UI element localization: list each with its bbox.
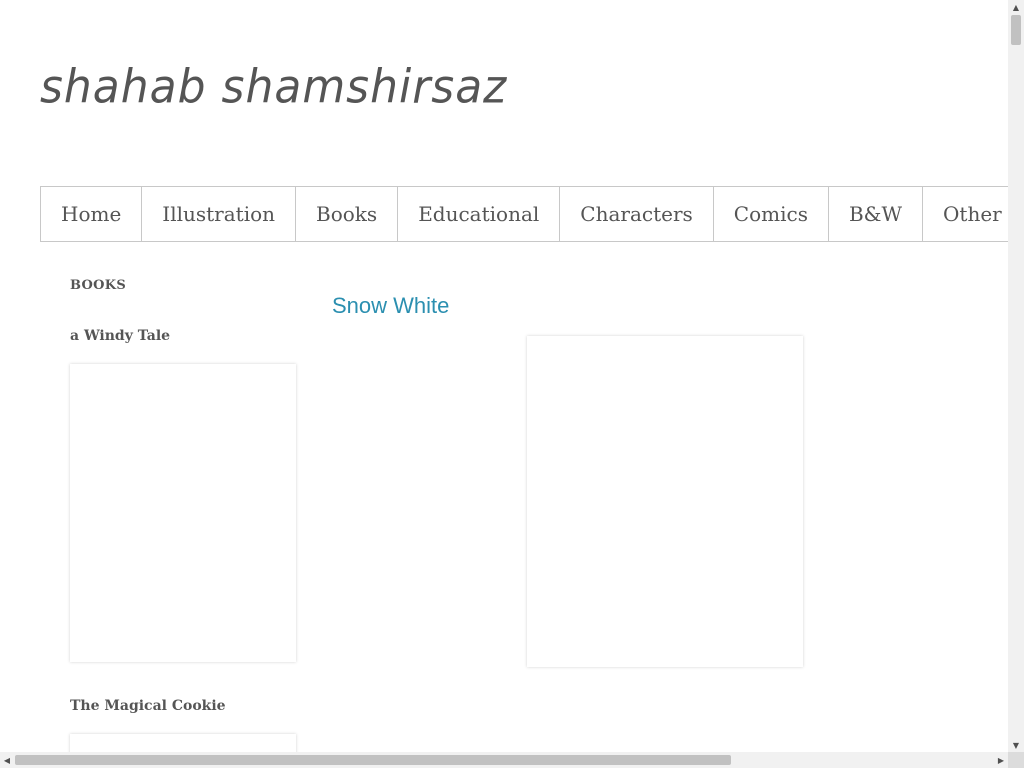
vertical-scrollbar[interactable]: ▲ ▼ [1008, 0, 1024, 752]
nav-item-illustration[interactable]: Illustration [142, 187, 297, 241]
nav-item-books[interactable]: Books [296, 187, 399, 241]
nav-item-bw[interactable]: B&W [829, 187, 924, 241]
nav-item-comics[interactable]: Comics [714, 187, 829, 241]
post-title-link[interactable]: Snow White [332, 293, 449, 319]
horizontal-scrollbar[interactable]: ◀ ▶ [0, 752, 1008, 768]
scroll-right-arrow-icon[interactable]: ▶ [994, 752, 1008, 768]
scroll-down-arrow-icon[interactable]: ▼ [1008, 738, 1024, 752]
page-viewport: shahab shamshirsaz Home Illustration Boo… [0, 0, 1008, 752]
post-image[interactable] [527, 336, 803, 667]
sidebar-book-image[interactable] [70, 364, 296, 662]
scroll-left-arrow-icon[interactable]: ◀ [0, 752, 14, 768]
sidebar-book-image[interactable] [70, 734, 296, 752]
sidebar-book-title: The Magical Cookie [70, 698, 226, 714]
scroll-up-arrow-icon[interactable]: ▲ [1008, 0, 1024, 14]
sidebar-heading: BOOKS [70, 278, 127, 293]
nav-item-characters[interactable]: Characters [560, 187, 714, 241]
nav-item-educational[interactable]: Educational [398, 187, 561, 241]
main-nav: Home Illustration Books Educational Char… [40, 186, 1008, 242]
sidebar-book-title: a Windy Tale [70, 328, 171, 344]
nav-item-other[interactable]: Other [923, 187, 1008, 241]
horizontal-scroll-thumb[interactable] [15, 755, 731, 765]
scrollbar-corner [1008, 752, 1024, 768]
nav-item-home[interactable]: Home [41, 187, 143, 241]
vertical-scroll-thumb[interactable] [1011, 15, 1021, 45]
site-title[interactable]: shahab shamshirsaz [40, 61, 507, 115]
